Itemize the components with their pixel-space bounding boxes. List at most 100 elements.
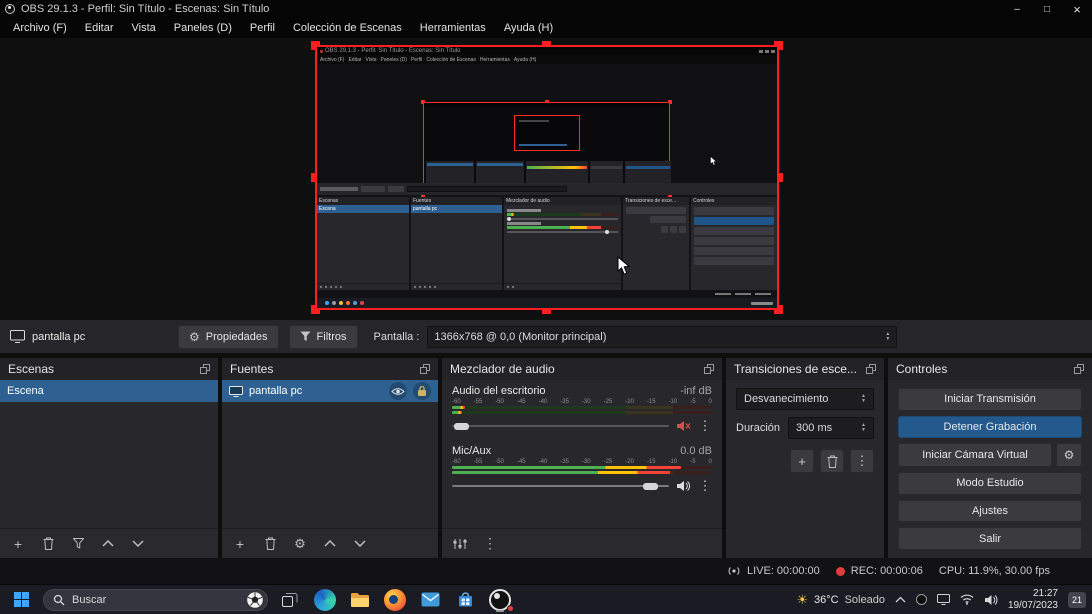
meter-tick-label: -10 [668,459,678,465]
menu-vista[interactable]: Vista [123,19,165,37]
network-tray-icon[interactable] [960,594,974,605]
scene-item[interactable]: Escena [0,380,218,402]
properties-button[interactable]: ⚙ Propiedades [178,324,279,349]
meter-tick-label: -45 [516,399,526,405]
titlebar: OBS 29.1.3 - Perfil: Sin Título - Escena… [0,0,1092,18]
spinner-arrows-icon[interactable]: ▲ ▼ [885,331,890,342]
meter-tick-label: -5 [690,399,696,405]
duration-label: Duración [736,422,781,434]
menu-herramientas[interactable]: Herramientas [411,19,495,37]
move-scene-down-button[interactable] [126,533,150,555]
studio-mode-button[interactable]: Modo Estudio [898,472,1082,495]
firefox-app-button[interactable] [382,587,408,613]
move-scene-up-button[interactable] [96,533,120,555]
task-view-button[interactable] [277,587,303,613]
captured-mixer-dock: Mezclador de audio [504,197,621,290]
close-button[interactable]: × [1062,0,1092,18]
add-source-button[interactable]: + [228,533,252,555]
captured-window-title: OBS 29.1.3 - Perfil: Sin Título - Escena… [325,48,461,54]
channel-menu-button[interactable]: ⋮ [698,418,712,434]
taskbar-clock[interactable]: 21:27 19/07/2023 [1008,588,1058,612]
mail-app-button[interactable] [417,587,443,613]
weather-desc: Soleado [844,593,885,606]
start-streaming-button[interactable]: Iniciar Transmisión [898,388,1082,411]
screen-select[interactable]: 1366x768 @ 0,0 (Monitor principal) ▲ ▼ [427,325,898,348]
move-source-up-button[interactable] [318,533,342,555]
menu-paneles[interactable]: Paneles (D) [165,19,241,37]
store-app-button[interactable] [452,587,478,613]
virtual-camera-settings-button[interactable]: ⚙ [1056,443,1082,468]
dock-popout-icon[interactable] [200,364,210,374]
screen-capture-source[interactable]: OBS 29.1.3 - Perfil: Sin Título - Escena… [311,41,783,314]
captured-taskbar [317,298,777,308]
duration-spinbox[interactable]: 300 ms ▲ ▼ [788,417,874,439]
chevron-down-icon [354,540,366,547]
maximize-button[interactable]: □ [1032,0,1062,18]
captured-window-controls [759,49,777,53]
advanced-audio-button[interactable] [448,533,472,555]
captured-controls-dock: Controles [691,197,777,290]
dock-popout-icon[interactable] [1074,364,1084,374]
source-lock-toggle[interactable] [413,382,431,400]
remove-source-button[interactable] [258,533,282,555]
show-hidden-icons-button[interactable] [895,596,906,603]
source-visibility-toggle[interactable] [389,382,407,400]
transition-select[interactable]: Desvanecimiento ▲ ▼ [736,388,874,410]
trash-icon [43,537,53,550]
remove-scene-button[interactable] [36,533,60,555]
scenes-toolbar: + [0,528,218,558]
selected-source: pantalla pc [10,330,178,343]
scenes-dock: Escenas Escena + [0,358,218,558]
display-tray-icon[interactable] [936,594,950,605]
add-scene-button[interactable]: + [6,533,30,555]
volume-tray-icon[interactable] [984,594,998,606]
transitions-body: Desvanecimiento ▲ ▼ Duración 300 ms ▲ ▼ + [726,380,884,558]
minimize-button[interactable]: – [1002,0,1032,18]
taskbar-search[interactable]: Buscar [43,588,268,611]
source-properties-button[interactable]: ⚙ [288,533,312,555]
mic-aux-channel: Mic/Aux 0.0 dB -60 -55 -50 -45 -40 -35 -30 -25-… [452,445,712,494]
scenes-list: Escena [0,380,218,528]
exit-button[interactable]: Salir [898,527,1082,550]
file-explorer-app-button[interactable] [347,587,373,613]
soccer-ball-icon [246,590,264,609]
channel-name: Mic/Aux [452,445,492,457]
transition-menu-button[interactable]: ⋮ [850,449,874,473]
dock-popout-icon[interactable] [866,364,876,374]
controls-dock: Controles Iniciar Transmisión Detener Gr… [888,358,1092,558]
menu-archivo[interactable]: Archivo (F) [4,19,76,37]
stop-recording-button[interactable]: Detener Grabación [898,415,1082,439]
add-transition-button[interactable]: + [790,449,814,473]
remove-transition-button[interactable] [820,449,844,473]
mixer-menu-button[interactable]: ⋮ [478,533,502,555]
start-button[interactable] [8,587,34,613]
obs-app-button[interactable] [487,587,514,613]
edge-app-button[interactable] [312,587,338,613]
speaker-icon[interactable] [676,480,691,492]
settings-button[interactable]: Ajustes [898,499,1082,523]
scene-filters-button[interactable] [66,533,90,555]
audio-mixer-dock: Mezclador de audio Audio del escritorio … [442,358,722,558]
recording-dot-icon [835,566,845,576]
move-source-down-button[interactable] [348,533,372,555]
volume-slider[interactable] [452,422,669,431]
menu-perfil[interactable]: Perfil [241,19,284,37]
speaker-muted-icon[interactable] [676,420,691,432]
obs-tray-icon[interactable] [915,594,927,605]
dock-popout-icon[interactable] [704,364,714,374]
captured-mouse-cursor [710,156,717,166]
menu-editar[interactable]: Editar [76,19,123,37]
start-virtual-camera-button[interactable]: Iniciar Cámara Virtual [898,443,1052,468]
filters-button[interactable]: Filtros [288,324,358,349]
dock-popout-icon[interactable] [420,364,430,374]
source-item[interactable]: pantalla pc [222,380,438,402]
meter-tick-label: -40 [538,459,548,465]
menu-coleccion-escenas[interactable]: Colección de Escenas [284,19,411,37]
chevron-down-icon [132,540,144,547]
notification-count-badge[interactable]: 21 [1068,591,1086,608]
channel-db-value: 0.0 dB [680,445,712,457]
volume-slider[interactable] [452,482,669,491]
menu-ayuda[interactable]: Ayuda (H) [495,19,562,37]
channel-menu-button[interactable]: ⋮ [698,478,712,494]
weather-widget[interactable]: ☀ 36°C Soleado [796,592,885,608]
